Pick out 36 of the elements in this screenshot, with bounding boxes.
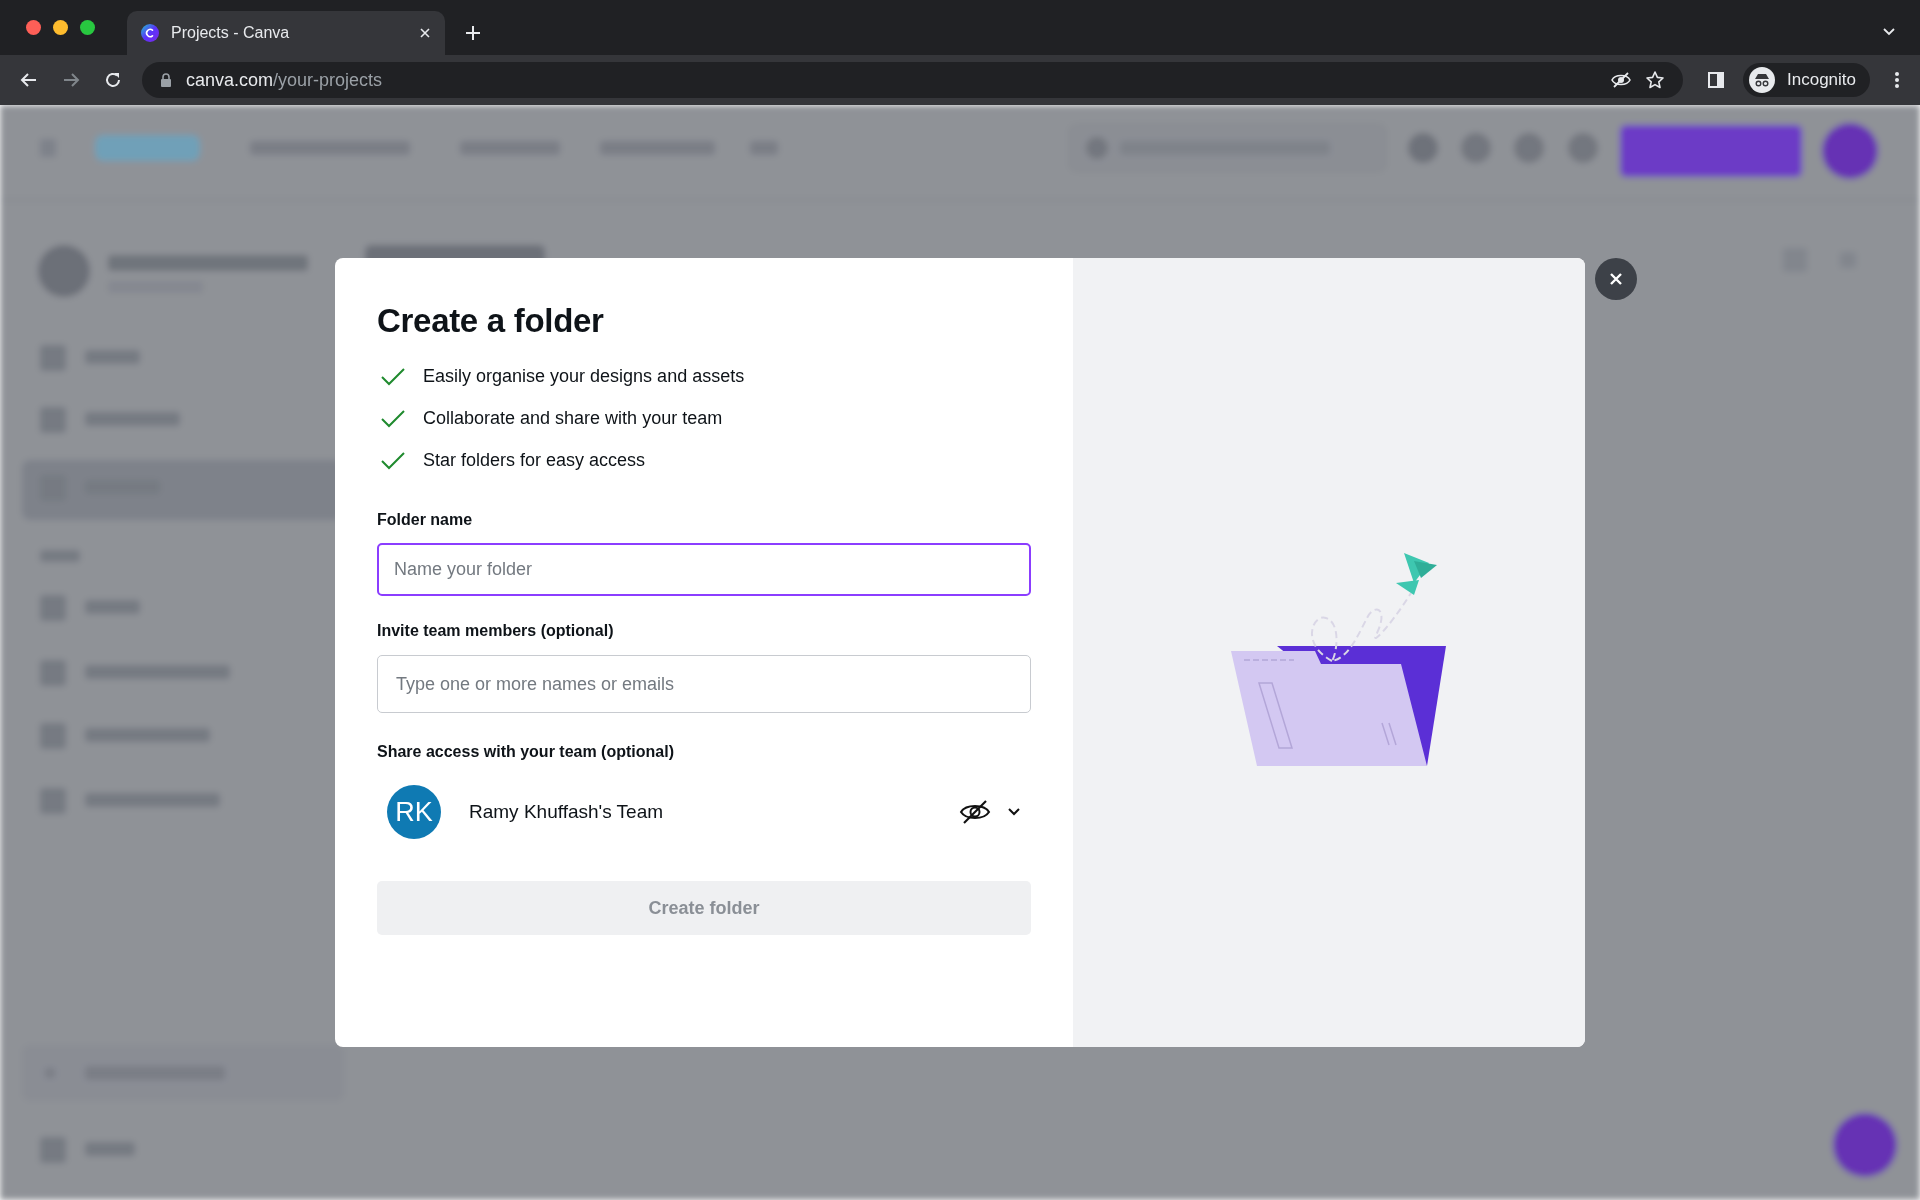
star-icon[interactable] bbox=[1645, 70, 1665, 90]
zoom-window-button[interactable] bbox=[80, 20, 95, 35]
reload-icon[interactable] bbox=[104, 71, 122, 89]
address-bar[interactable]: canva.com/your-projects bbox=[142, 62, 1683, 98]
canva-logo-icon bbox=[141, 24, 159, 42]
checkmark-icon bbox=[381, 367, 405, 386]
chevron-down-icon bbox=[1007, 807, 1021, 817]
back-icon[interactable] bbox=[20, 71, 38, 89]
dialog-title: Create a folder bbox=[377, 302, 605, 340]
eye-slash-icon bbox=[959, 799, 991, 825]
side-panel-icon[interactable] bbox=[1707, 71, 1725, 89]
incognito-icon bbox=[1749, 67, 1775, 93]
benefit-text: Collaborate and share with your team bbox=[423, 408, 723, 429]
close-icon bbox=[1609, 272, 1623, 286]
more-menu-icon[interactable] bbox=[1894, 71, 1900, 89]
lock-icon bbox=[160, 73, 172, 87]
browser-tab[interactable]: Projects - Canva bbox=[127, 11, 445, 55]
eye-slash-icon[interactable] bbox=[1611, 71, 1631, 89]
team-avatar: RK bbox=[387, 785, 441, 839]
minimize-window-button[interactable] bbox=[53, 20, 68, 35]
field-label: Folder name bbox=[377, 511, 474, 529]
close-tab-icon[interactable] bbox=[419, 27, 431, 39]
benefit-text: Star folders for easy access bbox=[423, 450, 646, 471]
new-tab-icon[interactable] bbox=[465, 24, 481, 41]
checkmark-icon bbox=[381, 409, 405, 428]
field-label: Invite team members (optional) bbox=[377, 622, 615, 640]
checkmark-icon bbox=[381, 451, 405, 470]
text-field[interactable]: Name your folder bbox=[377, 543, 1031, 596]
benefit-text: Easily organise your designs and assets bbox=[423, 366, 745, 387]
text-field[interactable]: Type one or more names or emails bbox=[377, 655, 1031, 713]
field-label: Share access with your team (optional) bbox=[377, 743, 675, 761]
team-name: Ramy Khuffash's Team bbox=[469, 801, 664, 823]
chevron-down-icon[interactable] bbox=[1882, 26, 1896, 37]
close-window-button[interactable] bbox=[26, 20, 41, 35]
forward-icon[interactable] bbox=[62, 71, 80, 89]
incognito-profile-button[interactable]: Incognito bbox=[1743, 63, 1870, 97]
